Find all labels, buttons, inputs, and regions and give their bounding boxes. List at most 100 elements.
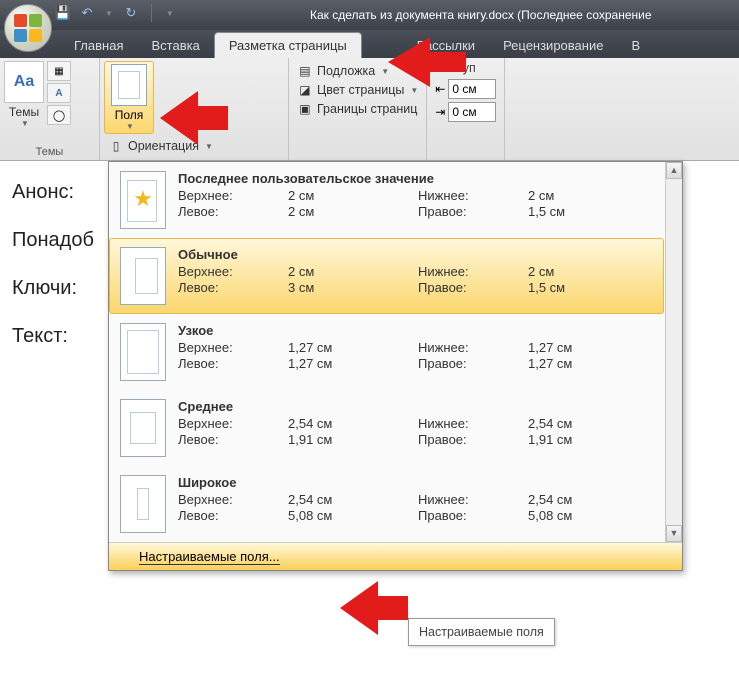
themes-dropdown-icon[interactable]: ▼ [21, 119, 29, 128]
margins-label: Поля [115, 108, 144, 122]
theme-fonts-button[interactable]: A [47, 83, 71, 103]
theme-colors-button[interactable]: ▦ [47, 61, 71, 81]
annotation-arrow-3 [340, 578, 410, 643]
val-right: 1,5 см [528, 204, 653, 219]
margin-thumb-icon [120, 247, 166, 305]
val-left: 1,27 см [288, 356, 418, 371]
val-bottom: 1,27 см [528, 340, 653, 355]
save-icon[interactable]: 💾 [55, 5, 71, 21]
margins-option-narrow[interactable]: Узкое Верхнее:1,27 смНижнее:1,27 см Лево… [109, 314, 664, 390]
val-right: 1,5 см [528, 280, 653, 295]
label-right: Правое: [418, 204, 528, 219]
undo-dropdown-icon[interactable]: ▼ [103, 9, 115, 18]
margins-option-normal[interactable]: Обычное Верхнее:2 смНижнее:2 см Левое:3 … [109, 238, 664, 314]
indent-right-input[interactable] [448, 102, 496, 122]
page-borders-label: Границы страниц [317, 102, 417, 116]
margins-button[interactable]: Поля ▼ [104, 61, 154, 134]
label-right: Правое: [418, 356, 528, 371]
option-title: Последнее пользовательское значение [178, 171, 653, 186]
label-bottom: Нижнее: [418, 492, 528, 507]
tooltip-text: Настраиваемые поля [419, 625, 544, 639]
val-right: 5,08 см [528, 508, 653, 523]
ribbon-tabs: Главная Вставка Разметка страницы ки Рас… [0, 30, 739, 58]
label-left: Левое: [178, 280, 288, 295]
margin-thumb-icon [120, 323, 166, 381]
val-top: 2 см [288, 264, 418, 279]
scroll-down-icon[interactable]: ▼ [666, 525, 682, 542]
val-bottom: 2,54 см [528, 492, 653, 507]
margins-dropdown-icon: ▼ [126, 122, 134, 131]
tab-view-partial[interactable]: В [617, 33, 654, 58]
option-title: Узкое [178, 323, 653, 338]
tooltip: Настраиваемые поля [408, 618, 555, 646]
val-bottom: 2 см [528, 264, 653, 279]
option-title: Обычное [178, 247, 653, 262]
label-top: Верхнее: [178, 416, 288, 431]
undo-icon[interactable]: ↶ [79, 5, 95, 21]
val-bottom: 2,54 см [528, 416, 653, 431]
val-right: 1,27 см [528, 356, 653, 371]
margin-thumb-icon: ★ [120, 171, 166, 229]
page-borders-icon: ▣ [297, 101, 313, 117]
custom-margins-label: Настраиваемые поля... [139, 549, 280, 565]
quick-access-toolbar: 💾 ↶ ▼ ↻ ▼ [55, 4, 176, 22]
page-color-icon: ◪ [297, 82, 313, 98]
annotation-arrow-1 [388, 32, 468, 97]
val-top: 2,54 см [288, 492, 418, 507]
margin-thumb-icon [120, 399, 166, 457]
qat-separator [151, 4, 152, 22]
label-top: Верхнее: [178, 492, 288, 507]
label-top: Верхнее: [178, 188, 288, 203]
option-title: Среднее [178, 399, 653, 414]
label-left: Левое: [178, 508, 288, 523]
custom-margins-button[interactable]: Настраиваемые поля... [109, 542, 682, 570]
tab-insert[interactable]: Вставка [137, 33, 213, 58]
label-left: Левое: [178, 356, 288, 371]
margins-option-last-custom[interactable]: ★ Последнее пользовательское значение Ве… [109, 162, 664, 238]
val-left: 3 см [288, 280, 418, 295]
label-right: Правое: [418, 432, 528, 447]
redo-icon[interactable]: ↻ [123, 5, 139, 21]
margins-option-wide[interactable]: Широкое Верхнее:2,54 смНижнее:2,54 см Ле… [109, 466, 664, 542]
label-left: Левое: [178, 204, 288, 219]
tab-home[interactable]: Главная [60, 33, 137, 58]
themes-group: Aa Темы ▼ ▦ A ◯ Темы [0, 58, 100, 160]
page-borders-button[interactable]: ▣ Границы страниц [297, 101, 418, 117]
val-left: 2 см [288, 204, 418, 219]
label-bottom: Нижнее: [418, 264, 528, 279]
office-button[interactable] [4, 4, 52, 52]
margins-option-moderate[interactable]: Среднее Верхнее:2,54 смНижнее:2,54 см Ле… [109, 390, 664, 466]
qat-customize-icon[interactable]: ▼ [164, 9, 176, 18]
label-bottom: Нижнее: [418, 416, 528, 431]
ribbon: Aa Темы ▼ ▦ A ◯ Темы Поля ▼ ▯Ориентация▼… [0, 58, 739, 161]
label-right: Правое: [418, 508, 528, 523]
theme-effects-button[interactable]: ◯ [47, 105, 71, 125]
themes-button[interactable]: Aa [4, 61, 44, 103]
scroll-up-icon[interactable]: ▲ [666, 162, 682, 179]
val-top: 1,27 см [288, 340, 418, 355]
orientation-icon: ▯ [108, 138, 124, 154]
val-top: 2,54 см [288, 416, 418, 431]
annotation-arrow-2 [160, 88, 230, 153]
margins-dropdown: ▲ ▼ ★ Последнее пользовательское значени… [108, 161, 683, 571]
label-top: Верхнее: [178, 340, 288, 355]
val-left: 1,91 см [288, 432, 418, 447]
tab-page-layout[interactable]: Разметка страницы [214, 32, 362, 58]
val-bottom: 2 см [528, 188, 653, 203]
label-left: Левое: [178, 432, 288, 447]
label-top: Верхнее: [178, 264, 288, 279]
margins-icon [111, 64, 147, 106]
fonts-icon: A [55, 88, 62, 99]
effects-icon: ◯ [53, 109, 65, 122]
office-logo-icon [14, 14, 42, 42]
label-bottom: Нижнее: [418, 340, 528, 355]
themes-group-label: Темы [0, 146, 99, 158]
watermark-icon: ▤ [297, 63, 313, 79]
dropdown-scrollbar[interactable]: ▲ ▼ [665, 162, 682, 542]
val-right: 1,91 см [528, 432, 653, 447]
indent-right-icon: ⇥ [435, 105, 445, 119]
val-left: 5,08 см [288, 508, 418, 523]
tab-review[interactable]: Рецензирование [489, 33, 617, 58]
title-bar: 💾 ↶ ▼ ↻ ▼ Как сделать из документа книгу… [0, 0, 739, 30]
watermark-label: Подложка [317, 64, 375, 78]
